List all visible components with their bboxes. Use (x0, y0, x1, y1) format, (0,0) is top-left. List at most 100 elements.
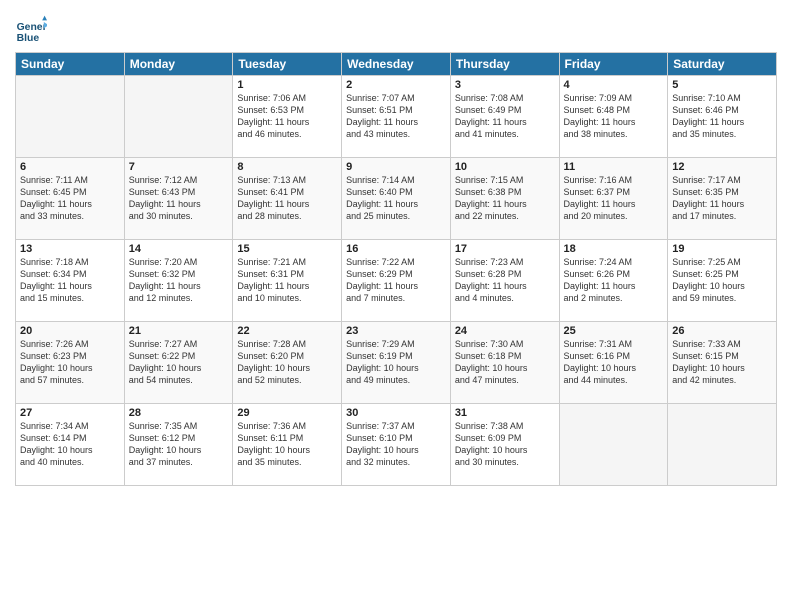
cell-daylight-info: Sunrise: 7:23 AM Sunset: 6:28 PM Dayligh… (455, 256, 555, 305)
calendar-cell: 23Sunrise: 7:29 AM Sunset: 6:19 PM Dayli… (342, 322, 451, 404)
day-number: 5 (672, 79, 772, 91)
cell-daylight-info: Sunrise: 7:28 AM Sunset: 6:20 PM Dayligh… (237, 338, 337, 387)
calendar-cell (124, 76, 233, 158)
calendar-cell: 26Sunrise: 7:33 AM Sunset: 6:15 PM Dayli… (668, 322, 777, 404)
calendar-cell: 30Sunrise: 7:37 AM Sunset: 6:10 PM Dayli… (342, 404, 451, 486)
calendar-cell: 22Sunrise: 7:28 AM Sunset: 6:20 PM Dayli… (233, 322, 342, 404)
day-number: 25 (564, 325, 664, 337)
cell-daylight-info: Sunrise: 7:21 AM Sunset: 6:31 PM Dayligh… (237, 256, 337, 305)
cell-daylight-info: Sunrise: 7:15 AM Sunset: 6:38 PM Dayligh… (455, 174, 555, 223)
calendar-day-header: Friday (559, 53, 668, 76)
day-number: 28 (129, 407, 229, 419)
day-number: 31 (455, 407, 555, 419)
cell-daylight-info: Sunrise: 7:08 AM Sunset: 6:49 PM Dayligh… (455, 92, 555, 141)
svg-text:Blue: Blue (17, 33, 40, 44)
logo-icon: General Blue (15, 14, 47, 46)
cell-daylight-info: Sunrise: 7:22 AM Sunset: 6:29 PM Dayligh… (346, 256, 446, 305)
day-number: 12 (672, 161, 772, 173)
cell-daylight-info: Sunrise: 7:33 AM Sunset: 6:15 PM Dayligh… (672, 338, 772, 387)
cell-daylight-info: Sunrise: 7:18 AM Sunset: 6:34 PM Dayligh… (20, 256, 120, 305)
day-number: 1 (237, 79, 337, 91)
calendar-cell (559, 404, 668, 486)
day-number: 26 (672, 325, 772, 337)
day-number: 19 (672, 243, 772, 255)
day-number: 23 (346, 325, 446, 337)
cell-daylight-info: Sunrise: 7:25 AM Sunset: 6:25 PM Dayligh… (672, 256, 772, 305)
day-number: 8 (237, 161, 337, 173)
day-number: 3 (455, 79, 555, 91)
cell-daylight-info: Sunrise: 7:30 AM Sunset: 6:18 PM Dayligh… (455, 338, 555, 387)
cell-daylight-info: Sunrise: 7:07 AM Sunset: 6:51 PM Dayligh… (346, 92, 446, 141)
cell-daylight-info: Sunrise: 7:16 AM Sunset: 6:37 PM Dayligh… (564, 174, 664, 223)
calendar-cell: 2Sunrise: 7:07 AM Sunset: 6:51 PM Daylig… (342, 76, 451, 158)
calendar-day-header: Tuesday (233, 53, 342, 76)
calendar-cell: 28Sunrise: 7:35 AM Sunset: 6:12 PM Dayli… (124, 404, 233, 486)
cell-daylight-info: Sunrise: 7:38 AM Sunset: 6:09 PM Dayligh… (455, 420, 555, 469)
calendar-cell: 17Sunrise: 7:23 AM Sunset: 6:28 PM Dayli… (450, 240, 559, 322)
calendar-cell: 21Sunrise: 7:27 AM Sunset: 6:22 PM Dayli… (124, 322, 233, 404)
calendar-cell: 18Sunrise: 7:24 AM Sunset: 6:26 PM Dayli… (559, 240, 668, 322)
calendar-cell (668, 404, 777, 486)
calendar-week-row: 13Sunrise: 7:18 AM Sunset: 6:34 PM Dayli… (16, 240, 777, 322)
calendar-cell: 5Sunrise: 7:10 AM Sunset: 6:46 PM Daylig… (668, 76, 777, 158)
day-number: 4 (564, 79, 664, 91)
calendar-cell: 10Sunrise: 7:15 AM Sunset: 6:38 PM Dayli… (450, 158, 559, 240)
calendar-cell: 31Sunrise: 7:38 AM Sunset: 6:09 PM Dayli… (450, 404, 559, 486)
cell-daylight-info: Sunrise: 7:29 AM Sunset: 6:19 PM Dayligh… (346, 338, 446, 387)
day-number: 10 (455, 161, 555, 173)
cell-daylight-info: Sunrise: 7:13 AM Sunset: 6:41 PM Dayligh… (237, 174, 337, 223)
svg-text:General: General (17, 22, 47, 33)
calendar-cell: 1Sunrise: 7:06 AM Sunset: 6:53 PM Daylig… (233, 76, 342, 158)
day-number: 6 (20, 161, 120, 173)
calendar-table: SundayMondayTuesdayWednesdayThursdayFrid… (15, 52, 777, 486)
day-number: 27 (20, 407, 120, 419)
calendar-week-row: 6Sunrise: 7:11 AM Sunset: 6:45 PM Daylig… (16, 158, 777, 240)
calendar-cell: 16Sunrise: 7:22 AM Sunset: 6:29 PM Dayli… (342, 240, 451, 322)
day-number: 21 (129, 325, 229, 337)
calendar-cell: 11Sunrise: 7:16 AM Sunset: 6:37 PM Dayli… (559, 158, 668, 240)
calendar-week-row: 27Sunrise: 7:34 AM Sunset: 6:14 PM Dayli… (16, 404, 777, 486)
calendar-cell: 19Sunrise: 7:25 AM Sunset: 6:25 PM Dayli… (668, 240, 777, 322)
calendar-cell: 14Sunrise: 7:20 AM Sunset: 6:32 PM Dayli… (124, 240, 233, 322)
day-number: 17 (455, 243, 555, 255)
calendar-cell: 25Sunrise: 7:31 AM Sunset: 6:16 PM Dayli… (559, 322, 668, 404)
cell-daylight-info: Sunrise: 7:37 AM Sunset: 6:10 PM Dayligh… (346, 420, 446, 469)
calendar-cell: 27Sunrise: 7:34 AM Sunset: 6:14 PM Dayli… (16, 404, 125, 486)
calendar-day-header: Saturday (668, 53, 777, 76)
calendar-week-row: 1Sunrise: 7:06 AM Sunset: 6:53 PM Daylig… (16, 76, 777, 158)
cell-daylight-info: Sunrise: 7:10 AM Sunset: 6:46 PM Dayligh… (672, 92, 772, 141)
calendar-day-header: Monday (124, 53, 233, 76)
calendar-cell: 9Sunrise: 7:14 AM Sunset: 6:40 PM Daylig… (342, 158, 451, 240)
cell-daylight-info: Sunrise: 7:14 AM Sunset: 6:40 PM Dayligh… (346, 174, 446, 223)
calendar-cell: 13Sunrise: 7:18 AM Sunset: 6:34 PM Dayli… (16, 240, 125, 322)
day-number: 15 (237, 243, 337, 255)
day-number: 9 (346, 161, 446, 173)
calendar-cell: 15Sunrise: 7:21 AM Sunset: 6:31 PM Dayli… (233, 240, 342, 322)
calendar-cell: 3Sunrise: 7:08 AM Sunset: 6:49 PM Daylig… (450, 76, 559, 158)
cell-daylight-info: Sunrise: 7:12 AM Sunset: 6:43 PM Dayligh… (129, 174, 229, 223)
calendar-cell: 7Sunrise: 7:12 AM Sunset: 6:43 PM Daylig… (124, 158, 233, 240)
calendar-cell: 6Sunrise: 7:11 AM Sunset: 6:45 PM Daylig… (16, 158, 125, 240)
day-number: 14 (129, 243, 229, 255)
cell-daylight-info: Sunrise: 7:35 AM Sunset: 6:12 PM Dayligh… (129, 420, 229, 469)
calendar-header-row: SundayMondayTuesdayWednesdayThursdayFrid… (16, 53, 777, 76)
calendar-cell: 4Sunrise: 7:09 AM Sunset: 6:48 PM Daylig… (559, 76, 668, 158)
day-number: 2 (346, 79, 446, 91)
cell-daylight-info: Sunrise: 7:06 AM Sunset: 6:53 PM Dayligh… (237, 92, 337, 141)
page-container: General Blue SundayMondayTuesdayWednesda… (0, 0, 792, 491)
calendar-cell (16, 76, 125, 158)
day-number: 11 (564, 161, 664, 173)
cell-daylight-info: Sunrise: 7:34 AM Sunset: 6:14 PM Dayligh… (20, 420, 120, 469)
calendar-cell: 8Sunrise: 7:13 AM Sunset: 6:41 PM Daylig… (233, 158, 342, 240)
cell-daylight-info: Sunrise: 7:26 AM Sunset: 6:23 PM Dayligh… (20, 338, 120, 387)
day-number: 22 (237, 325, 337, 337)
day-number: 16 (346, 243, 446, 255)
day-number: 18 (564, 243, 664, 255)
cell-daylight-info: Sunrise: 7:20 AM Sunset: 6:32 PM Dayligh… (129, 256, 229, 305)
day-number: 24 (455, 325, 555, 337)
header: General Blue (15, 10, 777, 46)
cell-daylight-info: Sunrise: 7:11 AM Sunset: 6:45 PM Dayligh… (20, 174, 120, 223)
day-number: 7 (129, 161, 229, 173)
day-number: 29 (237, 407, 337, 419)
cell-daylight-info: Sunrise: 7:27 AM Sunset: 6:22 PM Dayligh… (129, 338, 229, 387)
